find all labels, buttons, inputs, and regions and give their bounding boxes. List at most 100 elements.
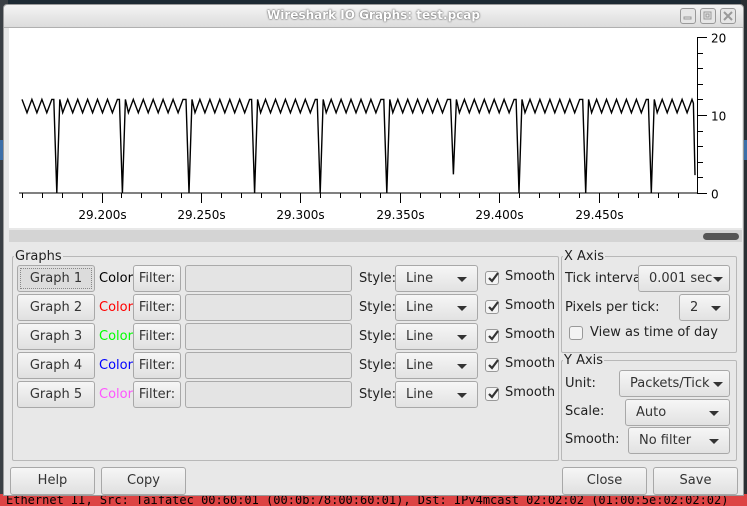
graph-color-button[interactable]: Color: [99, 358, 133, 373]
graph-smooth-label: Smooth: [505, 269, 556, 284]
minimize-icon: [683, 16, 692, 20]
graph-filter-input[interactable]: [185, 294, 352, 321]
y-tick-label: 20: [711, 32, 726, 46]
copy-button[interactable]: Copy: [101, 467, 186, 495]
y-tick-label: 0: [711, 188, 719, 202]
graph-filter-input[interactable]: [185, 323, 352, 350]
x-tick-label: 29.250s: [177, 208, 225, 222]
io-graph-chart: 29.200s 29.250s 29.300s 29.350s 29.400s 29.45…: [19, 32, 726, 222]
chevron-down-icon: [709, 439, 719, 444]
chevron-down-icon: [457, 277, 467, 282]
series-line-graph-1: [21, 97, 696, 194]
graph-filter-button[interactable]: Filter:: [133, 381, 181, 408]
graph-style-select[interactable]: Line: [395, 352, 478, 379]
checkmark-icon: [488, 388, 499, 399]
graph-style-label: Style:: [359, 300, 397, 315]
y-tick-label: 10: [711, 110, 726, 124]
x-axis-section-label: X Axis: [564, 249, 605, 264]
help-button[interactable]: Help: [10, 467, 95, 495]
scale-label: Scale:: [565, 404, 605, 419]
unit-value: Packets/Tick: [630, 376, 710, 391]
maximize-button[interactable]: [700, 8, 716, 24]
graph-smooth-checkbox[interactable]: [485, 387, 499, 401]
graph-toggle-button[interactable]: Graph 3: [17, 323, 95, 350]
graph-style-value: Line: [406, 358, 434, 373]
graph-toggle-button[interactable]: Graph 2: [17, 294, 95, 321]
tick-interval-select[interactable]: 0.001 sec: [638, 265, 730, 292]
graph-smooth-label: Smooth: [505, 356, 556, 371]
graph-smooth-checkbox[interactable]: [485, 300, 499, 314]
pixels-per-tick-label: Pixels per tick:: [565, 300, 660, 315]
graph-toggle-button[interactable]: Graph 5: [17, 381, 95, 408]
scale-value: Auto: [636, 405, 667, 420]
graph-style-label: Style:: [359, 358, 397, 373]
pixels-per-tick-select[interactable]: 2: [679, 294, 730, 321]
graph-smooth-label: Smooth: [505, 298, 556, 313]
graph-style-select[interactable]: Line: [395, 294, 478, 321]
maximize-icon: [703, 11, 712, 20]
graph-filter-button[interactable]: Filter:: [133, 323, 181, 350]
graph-filter-button[interactable]: Filter:: [133, 352, 181, 379]
x-tick-label: 29.350s: [376, 208, 424, 222]
graph-style-select[interactable]: Line: [395, 323, 478, 350]
graph-filter-input[interactable]: [185, 381, 352, 408]
graph-style-value: Line: [406, 271, 434, 286]
checkmark-icon: [488, 272, 499, 283]
graph-style-value: Line: [406, 329, 434, 344]
graph-filter-input[interactable]: [185, 352, 352, 379]
graph-smooth-checkbox[interactable]: [485, 329, 499, 343]
x-tick-label: 29.300s: [276, 208, 324, 222]
horizontal-scrollbar[interactable]: [9, 230, 742, 242]
close-button[interactable]: Close: [562, 467, 647, 495]
close-icon: [723, 11, 733, 21]
x-tick-label: 29.200s: [78, 208, 126, 222]
graph-style-label: Style:: [359, 329, 397, 344]
graph-style-label: Style:: [359, 271, 397, 286]
chevron-down-icon: [711, 306, 721, 311]
smooth-filter-label: Smooth:: [565, 432, 620, 447]
io-graph-plot[interactable]: 29.200s 29.250s 29.300s 29.350s 29.400s 29.45…: [9, 28, 742, 228]
smooth-filter-select[interactable]: No filter: [628, 427, 730, 454]
view-time-of-day-checkbox[interactable]: [569, 326, 583, 340]
chevron-down-icon: [457, 393, 467, 398]
graph-toggle-button[interactable]: Graph 4: [17, 352, 95, 379]
graph-smooth-label: Smooth: [505, 385, 556, 400]
smooth-filter-value: No filter: [639, 433, 692, 448]
graph-smooth-checkbox[interactable]: [485, 271, 499, 285]
scrollbar-thumb[interactable]: [703, 233, 739, 240]
graph-color-button[interactable]: Color: [99, 271, 133, 286]
scale-select[interactable]: Auto: [625, 399, 730, 426]
io-graphs-dialog: Wireshark IO Graphs: test.pcap 29.200s 29…: [3, 4, 744, 496]
window-title: Wireshark IO Graphs: test.pcap: [267, 8, 480, 22]
save-button[interactable]: Save: [653, 467, 738, 495]
graph-smooth-label: Smooth: [505, 327, 556, 342]
graph-filter-button[interactable]: Filter:: [133, 294, 181, 321]
chevron-down-icon: [713, 277, 723, 282]
close-window-button[interactable]: [720, 8, 736, 24]
unit-select[interactable]: Packets/Tick: [619, 370, 730, 397]
chevron-down-icon: [709, 411, 719, 416]
x-tick-label: 29.450s: [575, 208, 623, 222]
graph-style-value: Line: [406, 387, 434, 402]
title-bar[interactable]: Wireshark IO Graphs: test.pcap: [4, 5, 743, 28]
graph-color-button[interactable]: Color: [99, 387, 133, 402]
y-axis-section-label: Y Axis: [564, 353, 604, 368]
minimize-button[interactable]: [680, 8, 696, 24]
chevron-down-icon: [457, 306, 467, 311]
unit-label: Unit:: [565, 376, 596, 391]
checkmark-icon: [488, 301, 499, 312]
graph-smooth-checkbox[interactable]: [485, 358, 499, 372]
graph-filter-input[interactable]: [185, 265, 352, 292]
graph-filter-button[interactable]: Filter:: [133, 265, 181, 292]
tick-interval-value: 0.001 sec: [649, 271, 713, 286]
chevron-down-icon: [713, 382, 723, 387]
graphs-section-label: Graphs: [15, 249, 62, 264]
graph-style-select[interactable]: Line: [395, 381, 478, 408]
graph-style-select[interactable]: Line: [395, 265, 478, 292]
checkmark-icon: [488, 359, 499, 370]
graph-style-label: Style:: [359, 387, 397, 402]
graph-color-button[interactable]: Color: [99, 329, 133, 344]
graph-toggle-button[interactable]: Graph 1: [17, 265, 95, 292]
graph-color-button[interactable]: Color: [99, 300, 133, 315]
x-tick-label: 29.400s: [475, 208, 523, 222]
